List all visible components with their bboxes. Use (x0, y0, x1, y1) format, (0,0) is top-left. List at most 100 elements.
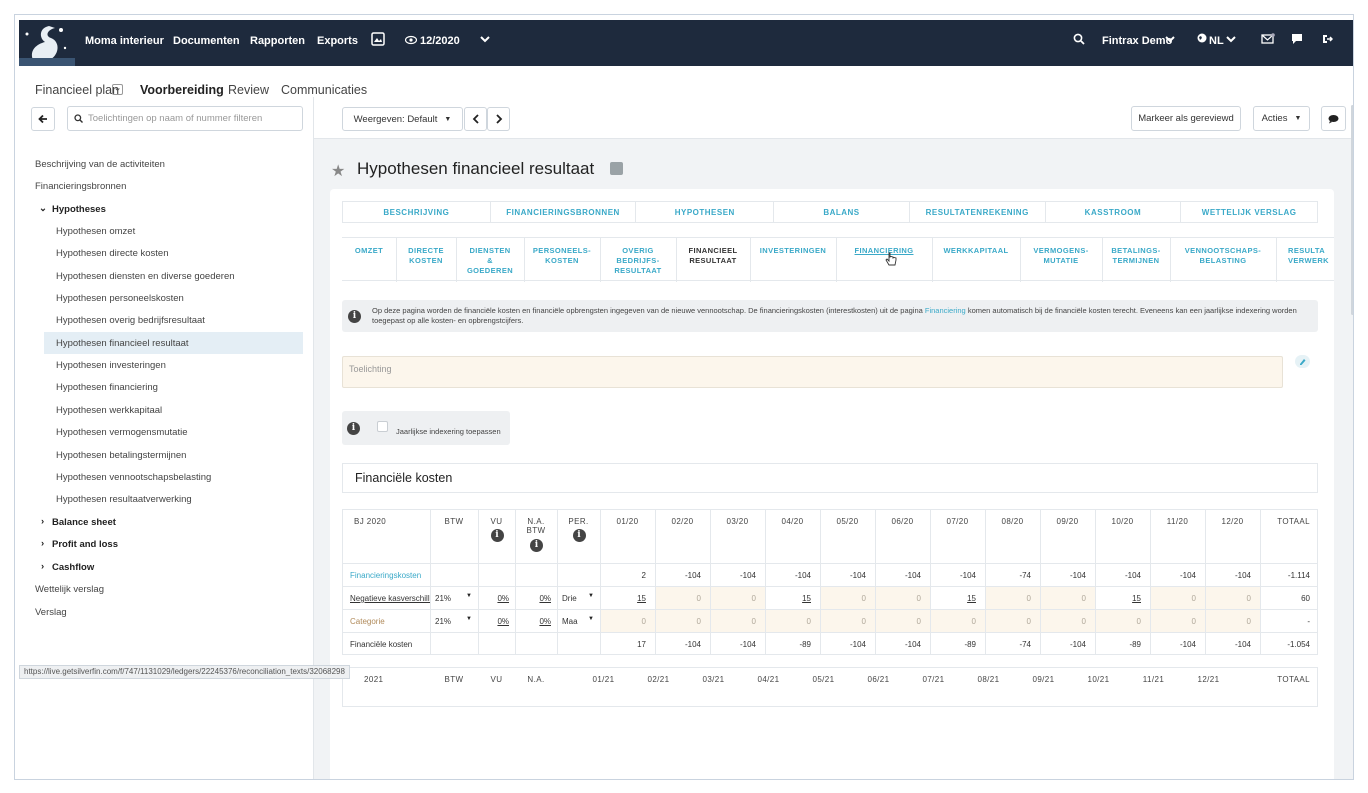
edit-icon[interactable] (1295, 355, 1310, 368)
chevron-right-icon[interactable]: › (41, 538, 44, 549)
chat-icon[interactable] (1291, 33, 1303, 48)
filter-input[interactable]: Toelichtingen op naam of nummer filteren (67, 106, 303, 131)
view-selector[interactable]: Weergeven: Default ▼ (342, 107, 463, 131)
tab-working-capital[interactable]: WERKKAPITAAL (932, 246, 1020, 256)
cell-btw[interactable]: 21% (435, 594, 451, 603)
row-label[interactable]: Financieringskosten (350, 571, 430, 580)
chevron-down-icon[interactable] (1165, 34, 1175, 46)
tab-cashflow[interactable]: KASSTROOM (1046, 202, 1182, 222)
table-cell[interactable]: 0 (985, 594, 1031, 603)
table-cell[interactable]: 15 (765, 594, 811, 603)
tab-financial-plan[interactable]: Financieel plan (35, 83, 119, 97)
toelichting-field[interactable]: Toelichting (342, 356, 1283, 388)
tab-result-processing[interactable]: RESULTA VERWERK (1276, 246, 1334, 266)
comments-button[interactable] (1321, 106, 1346, 131)
back-button[interactable] (31, 107, 55, 131)
tab-hypotheses[interactable]: HYPOTHESEN (636, 202, 775, 222)
sidebar-group-profit-loss[interactable]: Profit and loss (52, 539, 118, 550)
sidebar-item-payment-terms[interactable]: Hypothesen betalingstermijnen (56, 450, 186, 461)
company-switcher[interactable]: Fintrax Demo (1102, 35, 1172, 47)
cell-btw[interactable]: 21% (435, 617, 451, 626)
image-icon[interactable] (371, 32, 385, 49)
tab-preparation[interactable]: Voorbereiding (140, 83, 224, 109)
period-selector[interactable]: 12/2020 (420, 35, 460, 47)
tab-financial-result[interactable]: FINANCIEEL RESULTAAT (676, 246, 750, 266)
caret-down-icon[interactable]: ▼ (588, 616, 594, 622)
sidebar-item-other-operating[interactable]: Hypothesen overig bedrijfsresultaat (56, 315, 205, 326)
cell-per[interactable]: Drie (562, 594, 577, 603)
sidebar-item-funding[interactable]: Financieringsbronnen (35, 181, 126, 192)
table-cell[interactable]: 0 (1205, 617, 1251, 626)
table-cell[interactable]: 0 (655, 594, 701, 603)
tab-direct-costs[interactable]: DIRECTE KOSTEN (396, 246, 456, 266)
table-cell[interactable]: 0 (710, 594, 756, 603)
info-icon[interactable]: i (530, 539, 543, 552)
table-cell[interactable]: 0 (1150, 594, 1196, 603)
cell-vu[interactable]: 0% (478, 617, 509, 626)
tab-investments[interactable]: INVESTERINGEN (750, 246, 836, 256)
sidebar-item-corporate-tax[interactable]: Hypothesen vennootschapsbelasting (56, 472, 211, 483)
tab-revenue[interactable]: OMZET (342, 246, 396, 256)
caret-down-icon[interactable]: ▼ (466, 593, 472, 599)
tab-services-goods[interactable]: DIENSTEN & GOEDEREN (456, 246, 524, 276)
sidebar-item-financial-result[interactable]: Hypothesen financieel resultaat (44, 332, 303, 354)
tab-payment-terms[interactable]: BETALINGS- TERMIJNEN (1102, 246, 1170, 266)
tab-communications[interactable]: Communicaties (281, 83, 367, 97)
table-cell[interactable]: 0 (985, 617, 1031, 626)
table-cell[interactable]: 0 (1150, 617, 1196, 626)
tab-income-statement[interactable]: RESULTATENREKENING (910, 202, 1046, 222)
image-icon[interactable] (610, 162, 623, 175)
nav-documents[interactable]: Documenten (173, 35, 240, 47)
tab-balance[interactable]: BALANS (774, 202, 910, 222)
sidebar-item-direct-costs[interactable]: Hypothesen directe kosten (56, 248, 168, 259)
sidebar-item-result-processing[interactable]: Hypothesen resultaatverwerking (56, 494, 192, 505)
actions-button[interactable]: Acties ▼ (1253, 106, 1310, 131)
table-cell[interactable]: 15 (930, 594, 976, 603)
tab-description[interactable]: BESCHRIJVING (343, 202, 491, 222)
caret-down-icon[interactable]: ▼ (466, 616, 472, 622)
mark-reviewed-button[interactable]: Markeer als gereviewd (1131, 106, 1241, 131)
sidebar-group-balance-sheet[interactable]: Balance sheet (52, 517, 116, 528)
app-logo[interactable] (19, 20, 75, 66)
table-cell[interactable]: 15 (600, 594, 646, 603)
tab-other-operating[interactable]: OVERIG BEDRIJFS- RESULTAAT (600, 246, 676, 276)
table-cell[interactable]: 15 (1095, 594, 1141, 603)
table-cell[interactable]: 0 (820, 617, 866, 626)
cell-na[interactable]: 0% (515, 617, 551, 626)
caret-down-icon[interactable] (112, 84, 123, 95)
table-cell[interactable]: 0 (1095, 617, 1141, 626)
table-cell[interactable]: 0 (765, 617, 811, 626)
cell-na[interactable]: 0% (515, 594, 551, 603)
sidebar-group-cashflow[interactable]: Cashflow (52, 562, 94, 573)
table-cell[interactable]: 0 (710, 617, 756, 626)
tab-funding-sources[interactable]: FINANCIERINGSBRONNEN (491, 202, 637, 222)
tab-review[interactable]: Review (228, 83, 269, 97)
table-cell[interactable]: 0 (1040, 594, 1086, 603)
row-label[interactable]: Categorie (350, 617, 430, 626)
sidebar-item-activities[interactable]: Beschrijving van de activiteiten (35, 159, 165, 170)
mail-icon[interactable] (1261, 33, 1275, 48)
sidebar-item-personnel[interactable]: Hypothesen personeelskosten (56, 293, 184, 304)
sidebar-item-working-capital[interactable]: Hypothesen werkkapitaal (56, 405, 162, 416)
table-cell[interactable]: 0 (600, 617, 646, 626)
chevron-right-icon[interactable]: › (41, 561, 44, 572)
cell-vu[interactable]: 0% (478, 594, 509, 603)
search-icon[interactable] (1073, 33, 1085, 48)
sidebar-item-report[interactable]: Verslag (35, 607, 67, 618)
info-icon[interactable]: i (490, 529, 504, 542)
sidebar-item-legal-report[interactable]: Wettelijk verslag (35, 584, 104, 595)
sidebar-item-investments[interactable]: Hypothesen investeringen (56, 360, 166, 371)
scrollbar[interactable] (1351, 105, 1353, 315)
indexering-checkbox[interactable] (377, 421, 388, 432)
table-cell[interactable]: 0 (1205, 594, 1251, 603)
tab-equity-change[interactable]: VERMOGENS- MUTATIE (1020, 246, 1102, 266)
table-cell[interactable]: 0 (820, 594, 866, 603)
next-button[interactable] (487, 107, 510, 131)
sidebar-item-revenue[interactable]: Hypothesen omzet (56, 226, 135, 237)
tab-corporate-tax[interactable]: VENNOOTSCHAPS- BELASTING (1170, 246, 1276, 266)
chevron-down-icon[interactable] (480, 34, 490, 46)
previous-button[interactable] (464, 107, 487, 131)
info-link-financing[interactable]: Financiering (925, 306, 966, 315)
cell-per[interactable]: Maa (562, 617, 578, 626)
sidebar-item-services[interactable]: Hypothesen diensten en diverse goederen (56, 271, 235, 282)
